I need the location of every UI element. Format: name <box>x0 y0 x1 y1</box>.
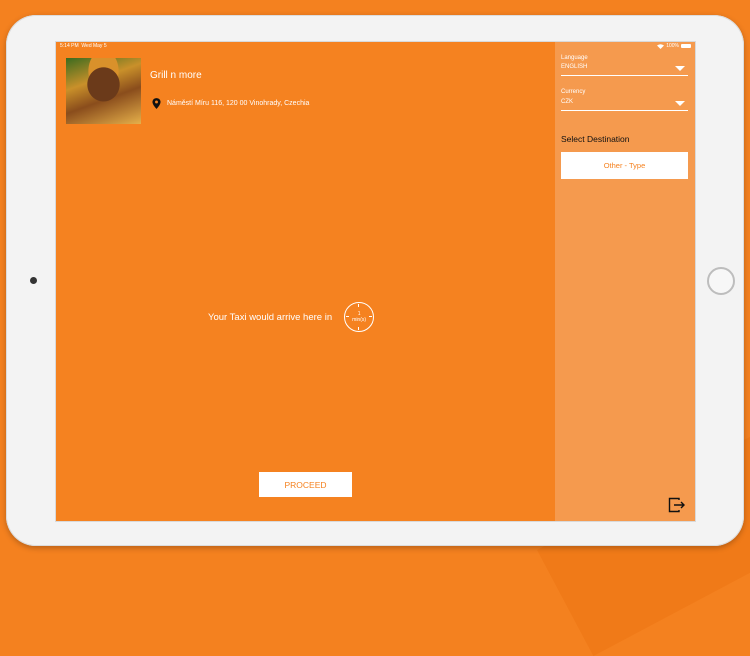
wifi-icon <box>657 43 665 49</box>
proceed-button[interactable]: PROCEED <box>259 472 352 497</box>
destination-title: Select Destination <box>561 134 630 144</box>
sidebar: 100% Language ENGLISH Currency CZK Selec… <box>555 42 695 521</box>
destination-option-button[interactable]: Other - Type <box>561 152 688 179</box>
status-date: Wed May 5 <box>81 43 107 49</box>
restaurant-image <box>66 58 141 124</box>
clock-icon: 1 min(s) <box>344 302 375 332</box>
location-pin-icon <box>152 98 161 109</box>
chevron-down-icon[interactable] <box>675 66 685 71</box>
language-select[interactable]: ENGLISH <box>561 64 587 70</box>
camera <box>30 277 37 284</box>
eta-unit: min(s) <box>352 317 367 323</box>
main-panel: 5:14 PM Wed May 5 Grill n more Náměstí M… <box>56 42 555 521</box>
eta-text: Your Taxi would arrive here in <box>208 311 333 323</box>
address-row: Náměstí Míru 116, 120 00 Vinohrady, Czec… <box>152 98 309 109</box>
battery-icon <box>681 44 691 48</box>
currency-select[interactable]: CZK <box>561 99 573 105</box>
currency-label: Currency <box>561 89 586 95</box>
restaurant-address: Náměstí Míru 116, 120 00 Vinohrady, Czec… <box>167 100 310 107</box>
status-bar-right: 100% <box>657 43 691 49</box>
restaurant-name: Grill n more <box>150 70 202 81</box>
currency-underline <box>561 110 688 111</box>
status-bar-left: 5:14 PM Wed May 5 <box>60 43 107 49</box>
language-underline <box>561 75 688 76</box>
home-button[interactable] <box>707 267 735 295</box>
language-label: Language <box>561 55 588 61</box>
eta-row: Your Taxi would arrive here in 1 min(s) <box>208 302 375 332</box>
logout-icon[interactable] <box>668 497 686 513</box>
status-time: 5:14 PM <box>60 43 79 49</box>
battery-text: 100% <box>666 43 679 49</box>
app-screen: 5:14 PM Wed May 5 Grill n more Náměstí M… <box>55 41 696 522</box>
chevron-down-icon[interactable] <box>675 101 685 106</box>
